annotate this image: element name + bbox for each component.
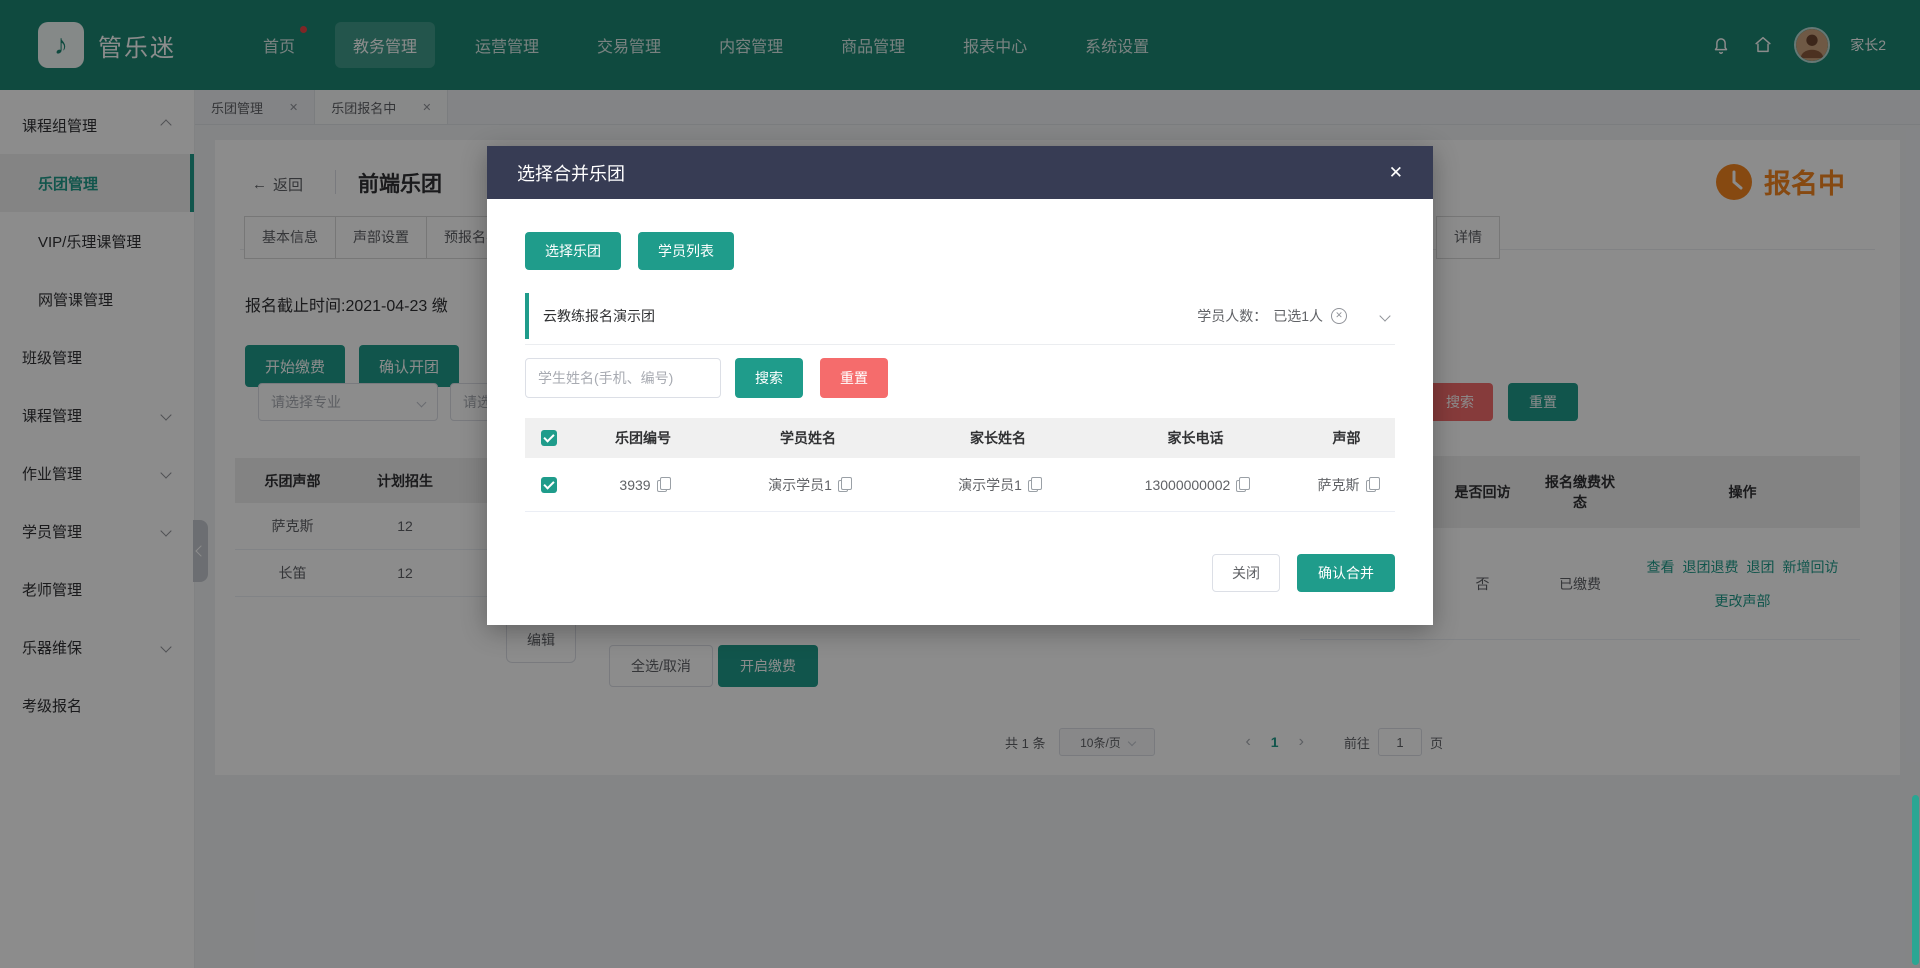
- part-cell: 萨克斯: [1298, 475, 1395, 495]
- scrollbar-thumb[interactable]: [1912, 795, 1919, 965]
- band-group-name: 云教练报名演示团: [543, 306, 655, 326]
- circle-close-icon[interactable]: ✕: [1331, 308, 1347, 324]
- student-name-cell: 演示学员1: [713, 475, 903, 495]
- row-checkbox[interactable]: [541, 477, 557, 493]
- copy-icon[interactable]: [1366, 480, 1376, 492]
- merge-band-modal: 选择合并乐团 ✕ 选择乐团 学员列表 云教练报名演示团 学员人数： 已选1人 ✕…: [487, 146, 1433, 625]
- table-header: 乐团编号 学员姓名 家长姓名 家长电话 声部: [525, 418, 1395, 458]
- table-row[interactable]: 3939 演示学员1 演示学员1 13000000002 萨克斯: [525, 458, 1395, 512]
- modal-mode-buttons: 选择乐团 学员列表: [525, 199, 1395, 270]
- student-list-button[interactable]: 学员列表: [638, 232, 734, 270]
- modal-footer: 关闭 确认合并: [525, 554, 1395, 592]
- parent-name-cell: 演示学员1: [903, 475, 1093, 495]
- select-all-checkbox[interactable]: [541, 430, 557, 446]
- modal-close-button[interactable]: 关闭: [1212, 554, 1280, 592]
- modal-search-button[interactable]: 搜索: [735, 358, 803, 398]
- select-band-button[interactable]: 选择乐团: [525, 232, 621, 270]
- student-search-input[interactable]: [525, 358, 721, 398]
- selected-band-section: 云教练报名演示团 学员人数： 已选1人 ✕: [525, 287, 1395, 345]
- copy-icon[interactable]: [838, 480, 848, 492]
- accent-bar: [525, 293, 529, 339]
- band-no-cell: 3939: [573, 477, 713, 493]
- confirm-merge-button[interactable]: 确认合并: [1297, 554, 1395, 592]
- modal-reset-button[interactable]: 重置: [820, 358, 888, 398]
- modal-search-row: 搜索 重置: [525, 358, 1395, 398]
- student-count: 学员人数： 已选1人 ✕: [1197, 306, 1347, 326]
- modal-title: 选择合并乐团: [517, 160, 625, 186]
- close-icon[interactable]: ✕: [1389, 163, 1403, 183]
- copy-icon[interactable]: [1236, 480, 1246, 492]
- modal-header: 选择合并乐团 ✕: [487, 146, 1433, 199]
- copy-icon[interactable]: [657, 480, 667, 492]
- copy-icon[interactable]: [1028, 480, 1038, 492]
- modal-students-table: 乐团编号 学员姓名 家长姓名 家长电话 声部 3939 演示学员1 演示学员1 …: [525, 418, 1395, 512]
- parent-phone-cell: 13000000002: [1093, 477, 1298, 493]
- modal-body: 选择乐团 学员列表 云教练报名演示团 学员人数： 已选1人 ✕ 搜索 重置 乐团…: [487, 199, 1433, 592]
- chevron-down-icon[interactable]: [1379, 310, 1390, 321]
